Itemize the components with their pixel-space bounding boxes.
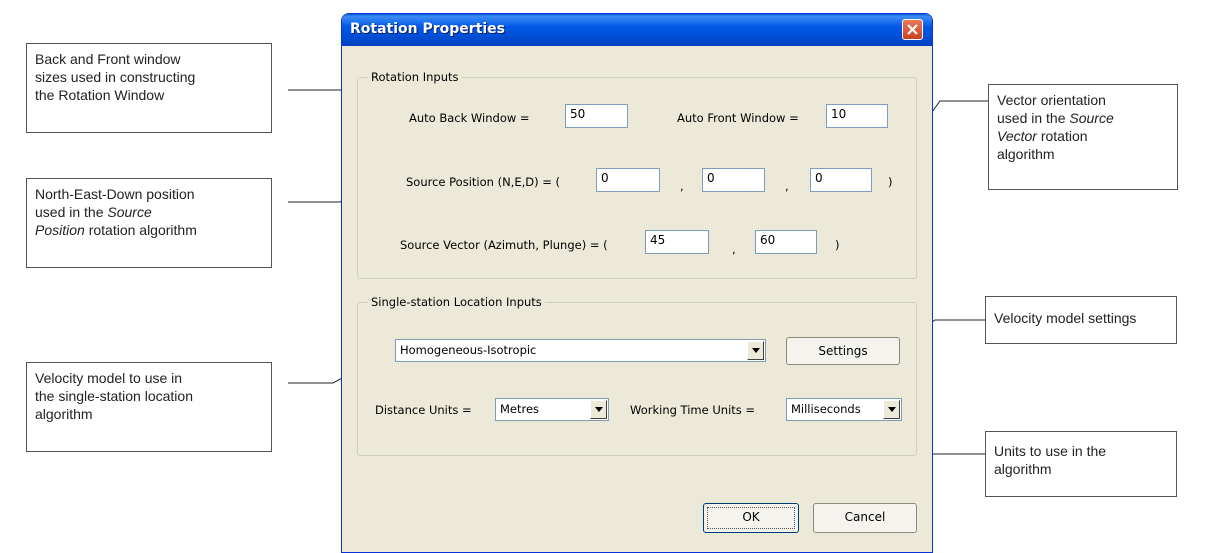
callout-italic-text: Source [1069,110,1114,126]
callout-units: Units to use in the algorithm [985,431,1177,497]
callout-source-position: North-East-Down position used in the Sou… [26,178,272,268]
rotation-inputs-group: Rotation Inputs Auto Back Window = 50 Au… [357,70,917,279]
title-bar[interactable]: Rotation Properties [342,14,932,46]
dropdown-arrow-button[interactable] [883,400,900,419]
callout-text: the Rotation Window [35,87,165,103]
callout-text: used in the Source [35,203,263,221]
callout-text-part: rotation [1036,128,1088,144]
rotation-properties-dialog: Rotation Properties Rotation Inputs Auto… [341,13,933,553]
working-time-units-select[interactable]: Milliseconds [786,398,902,421]
callout-italic-text: Vector [997,128,1037,144]
working-time-units-label: Working Time Units = [630,403,756,417]
source-position-n-input[interactable]: 0 [596,168,660,192]
chevron-down-icon [595,407,603,412]
callout-text: used in the Source [997,109,1169,127]
chevron-down-icon [752,348,760,353]
auto-back-window-input[interactable]: 50 [565,104,628,128]
plunge-input[interactable]: 60 [755,230,817,254]
callout-text-part: used in the [35,204,108,220]
callout-text-part: used in the [997,110,1070,126]
callout-text: Velocity model settings [994,310,1137,326]
callout-text: North-East-Down position [35,186,195,202]
callout-window-sizes: Back and Front window sizes used in cons… [26,43,272,133]
callout-velocity-settings: Velocity model settings [985,296,1177,344]
callout-text: algorithm [35,406,93,422]
comma-separator: , [732,242,736,256]
auto-back-window-label: Auto Back Window = [409,111,530,125]
callout-text: algorithm [994,461,1052,477]
close-paren: ) [835,238,840,252]
comma-separator: , [785,179,789,193]
settings-button[interactable]: Settings [786,337,900,365]
chevron-down-icon [888,407,896,412]
callout-text-part: rotation algorithm [84,222,197,238]
callout-text: Back and Front window [35,51,181,67]
callout-text: Vector rotation [997,127,1169,145]
dropdown-arrow-button[interactable] [590,400,607,419]
callout-vector-orientation: Vector orientation used in the Source Ve… [988,84,1178,190]
distance-units-value: Metres [500,402,540,416]
close-button[interactable] [902,19,923,40]
single-station-location-group: Single-station Location Inputs Homogeneo… [357,295,917,456]
callout-text: Velocity model to use in [35,370,183,386]
auto-front-window-label: Auto Front Window = [677,111,799,125]
ok-button[interactable]: OK [703,503,799,533]
callout-text: Units to use in the [994,443,1107,459]
velocity-model-select[interactable]: Homogeneous-Isotropic [395,339,766,362]
callout-velocity-model-use: Velocity model to use in the single-stat… [26,362,272,452]
dropdown-arrow-button[interactable] [747,341,764,360]
close-icon [907,24,918,35]
comma-separator: , [680,179,684,193]
single-station-legend: Single-station Location Inputs [368,295,545,309]
velocity-model-value: Homogeneous-Isotropic [400,343,537,357]
callout-italic-text: Source [107,204,152,220]
callout-text: algorithm [997,146,1055,162]
source-position-e-input[interactable]: 0 [702,168,765,192]
source-position-d-input[interactable]: 0 [810,168,872,192]
callout-text: Vector orientation [997,92,1106,108]
auto-front-window-input[interactable]: 10 [826,104,888,128]
callout-text: the single-station location [35,388,193,404]
working-time-units-value: Milliseconds [791,402,861,416]
rotation-inputs-legend: Rotation Inputs [368,70,462,84]
callout-italic-text: Position [35,222,85,238]
distance-units-label: Distance Units = [375,403,472,417]
callout-text: sizes used in constructing [35,69,196,85]
source-vector-label: Source Vector (Azimuth, Plunge) = ( [400,238,608,252]
distance-units-select[interactable]: Metres [495,398,609,421]
cancel-button[interactable]: Cancel [813,503,917,533]
azimuth-input[interactable]: 45 [645,230,709,254]
dialog-title: Rotation Properties [350,21,506,37]
callout-text: Position rotation algorithm [35,221,263,239]
source-position-label: Source Position (N,E,D) = ( [406,175,561,189]
close-paren: ) [888,175,893,189]
